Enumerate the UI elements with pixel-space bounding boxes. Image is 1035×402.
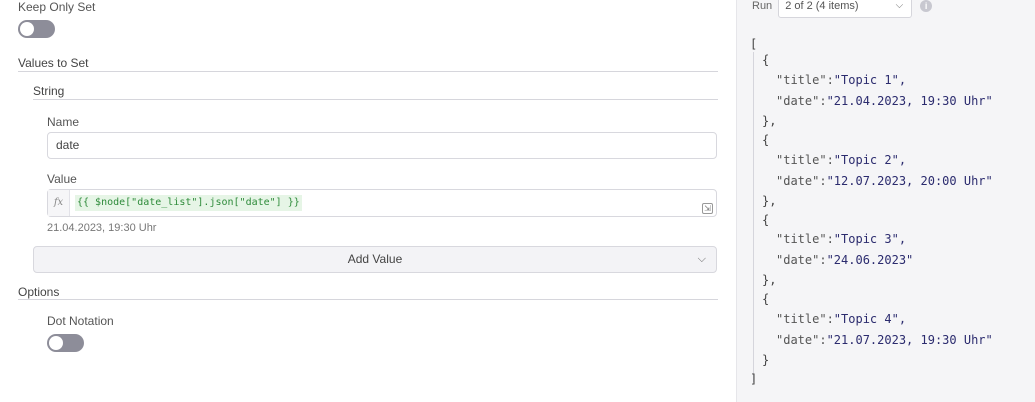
expression-fx-icon: fx	[48, 190, 70, 216]
run-select[interactable]: 2 of 2 (4 items) ⌵	[778, 0, 913, 18]
json-value: "Topic 2",	[833, 153, 907, 167]
toggle-knob	[20, 22, 34, 36]
json-title-line: "title":"Topic 4",	[776, 309, 906, 329]
json-value: "Topic 3",	[833, 232, 907, 246]
parameters-panel: Keep Only Set Values to Set String Name …	[0, 0, 736, 402]
section-divider	[33, 99, 718, 100]
run-selected-value: 2 of 2 (4 items)	[785, 0, 859, 12]
json-close-brace: },	[762, 194, 777, 208]
json-key: "title":	[776, 312, 834, 326]
section-divider	[18, 299, 718, 300]
string-title: String	[33, 84, 65, 98]
json-title-line: "title":"Topic 1",	[776, 70, 906, 90]
keep-only-set-toggle[interactable]	[18, 20, 55, 38]
json-close-brace: },	[762, 114, 777, 128]
dot-notation-label: Dot Notation	[47, 314, 114, 328]
json-open-bracket: [	[750, 37, 758, 51]
json-date-line: "date":"12.07.2023, 20:00 Uhr"	[776, 171, 993, 191]
expand-editor-icon[interactable]: ⇲	[702, 203, 713, 214]
json-value: "24.06.2023"	[826, 253, 914, 267]
json-open-brace: {	[762, 292, 770, 306]
json-open-brace: {	[762, 133, 770, 147]
json-key: "date":	[776, 174, 827, 188]
options-title: Options	[18, 285, 60, 299]
keep-only-set-label: Keep Only Set	[18, 0, 96, 14]
json-value: "12.07.2023, 20:00 Uhr"	[826, 174, 993, 188]
chevron-down-icon: ⌵	[895, 0, 904, 11]
values-to-set-title: Values to Set	[18, 56, 89, 70]
json-open-brace: {	[762, 213, 770, 227]
json-key: "date":	[776, 253, 827, 267]
json-value: "21.04.2023, 19:30 Uhr"	[826, 94, 993, 108]
add-value-label: Add Value	[347, 252, 403, 266]
value-label: Value	[47, 172, 77, 186]
add-value-button[interactable]: Add Value ⌵	[33, 246, 717, 273]
json-close-brace: },	[762, 273, 777, 287]
chevron-down-icon: ⌵	[697, 253, 706, 265]
value-preview: 21.04.2023, 19:30 Uhr	[47, 222, 157, 234]
json-key: "date":	[776, 333, 827, 347]
json-close-bracket: ]	[750, 372, 758, 386]
json-date-line: "date":"21.04.2023, 19:30 Uhr"	[776, 91, 993, 111]
json-key: "date":	[776, 94, 827, 108]
name-label: Name	[47, 115, 80, 129]
info-icon[interactable]: i	[920, 0, 933, 12]
toggle-knob	[49, 336, 63, 350]
json-value: "Topic 1",	[833, 73, 907, 87]
json-close-brace: }	[762, 353, 770, 367]
dot-notation-toggle[interactable]	[47, 334, 84, 352]
expression-code: {{ $node["date_list"].json["date"] }}	[75, 195, 302, 211]
json-key: "title":	[776, 73, 834, 87]
json-title-line: "title":"Topic 2",	[776, 150, 906, 170]
json-open-brace: {	[762, 53, 770, 67]
run-label: Run	[752, 0, 773, 12]
json-key: "title":	[776, 232, 834, 246]
json-date-line: "date":"21.07.2023, 19:30 Uhr"	[776, 330, 993, 350]
section-divider	[18, 71, 718, 72]
indent-guide	[753, 52, 754, 382]
value-expression-input[interactable]: fx {{ $node["date_list"].json["date"] }}…	[47, 189, 717, 217]
json-title-line: "title":"Topic 3",	[776, 229, 906, 249]
run-selector-bar: Run 2 of 2 (4 items) ⌵ i	[752, 0, 933, 18]
name-input[interactable]: date	[47, 132, 717, 159]
json-key: "title":	[776, 153, 834, 167]
json-value: "21.07.2023, 19:30 Uhr"	[826, 333, 993, 347]
json-date-line: "date":"24.06.2023"	[776, 250, 913, 270]
json-value: "Topic 4",	[833, 312, 907, 326]
